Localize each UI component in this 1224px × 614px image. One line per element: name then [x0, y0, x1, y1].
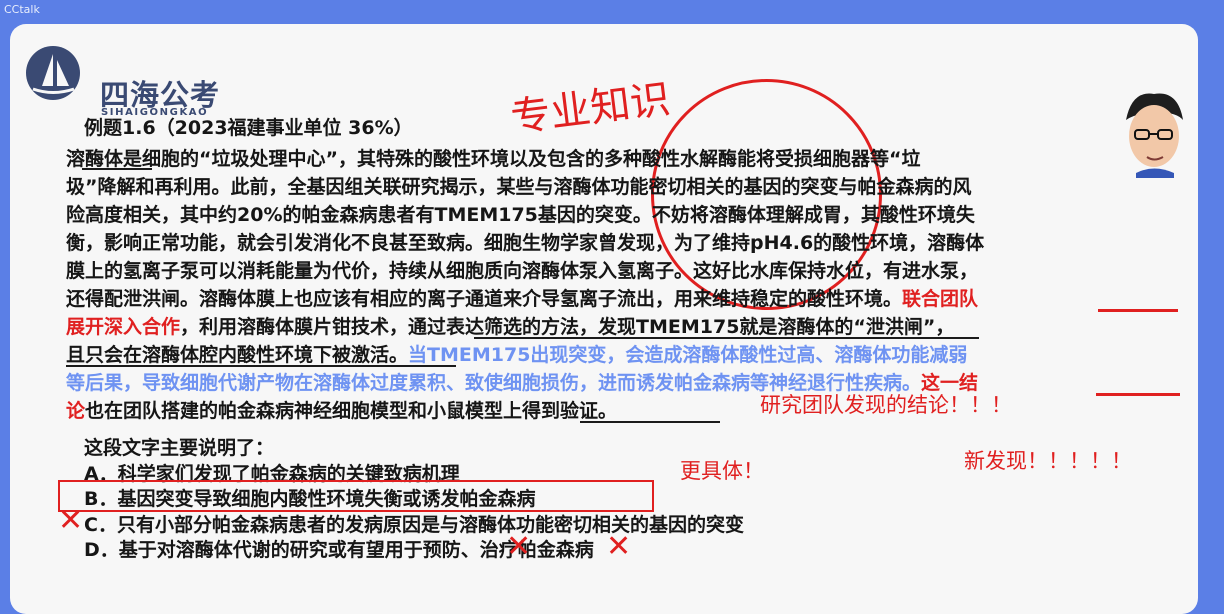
paragraph-line-2: 圾”降解和再利用。此前，全基因组关联研究揭示，某些与溶酶体功能密切相关的基因的突… [66, 172, 972, 199]
option-b-highlight-box [58, 480, 654, 512]
option-c[interactable]: C．只有小部分帕金森病患者的发病原因是与溶酶体功能密切相关的基因的突变 [84, 510, 744, 537]
paragraph-line-7: 展开深入合作，利用溶酶体膜片钳技术，通过表达筛选的方法，发现TMEM175就是溶… [66, 312, 954, 339]
red-underline-team [1098, 309, 1178, 312]
paragraph-line-4: 衡，影响正常功能，就会引发消化不良甚至致病。细胞生物学家曾发现，为了维持pH4.… [66, 228, 984, 255]
paragraph-line-5: 膜上的氢离子泵可以消耗能量为代价，持续从细胞质向溶酶体泵入氢离子。这好比水库保持… [66, 256, 978, 283]
paragraph-part: ，利用溶酶体膜片钳技术，通过表达筛选的方法，发现TMEM175就是溶酶体的“泄洪… [180, 316, 955, 338]
paragraph-line-6: 还得配泄洪闸。溶酶体膜上也应该有相应的离子通道来介导氢离子流出，用来维持稳定的酸… [66, 284, 978, 311]
paragraph-part: 也在团队搭建的帕金森病神经细胞模型和小鼠模型上得到验证。 [85, 400, 618, 422]
more-specific-note: 更具体！ [680, 459, 764, 483]
brand-logo: 四海公考 SIHAIGONGKAO [22, 44, 242, 118]
red-underline-conclusion [1096, 393, 1180, 396]
paragraph-part: 且只会在溶酶体腔内酸性环境下被激活。 [66, 344, 409, 366]
paragraph-line-3: 险高度相关，其中约20%的帕金森病患者有TMEM175基因的突变。不妨将溶酶体理… [66, 200, 975, 227]
paragraph-part: 溶酶体 [66, 148, 124, 170]
option-c-cross-mark: ✕ [58, 503, 84, 538]
paragraph-line-10: 论也在团队搭建的帕金森病神经细胞模型和小鼠模型上得到验证。 [66, 396, 617, 423]
highlight-blue-text: 当TMEM175出现突变，会造成溶酶体酸性过高、溶酶体功能减弱 [408, 344, 968, 366]
prevent-cross-mark: ✕ [506, 529, 532, 564]
paragraph-part: 膜上的氢离子泵可以消耗能量为代价，持续从细胞质向溶酶体泵入氢离子。这好比水库保持… [66, 260, 979, 282]
teacher-avatar-icon [1126, 93, 1183, 178]
paragraph-line-1: 溶酶体是细胞的“垃圾处理中心”，其特殊的酸性环境以及包含的多种酸性水解酶能将受损… [66, 144, 920, 171]
example-title: 例题1.6（2023福建事业单位 36%） [84, 117, 413, 139]
new-finding-note: 新发现！！！！！ [964, 449, 1132, 473]
research-conclusion-note: 研究团队发现的结论！！！ [760, 393, 1012, 417]
highlight-red-text: 展开深入合作 [66, 316, 181, 338]
underline-verified [580, 421, 720, 423]
treat-cross-mark: ✕ [606, 529, 632, 564]
underline-lysosome [82, 168, 152, 170]
paragraph-part: 险高度相关，其中约20%的帕金森病患者有TMEM175基因的突变。不妨将溶酶体理… [66, 204, 975, 226]
underline-discovery [474, 337, 979, 339]
paragraph-line-8: 且只会在溶酶体腔内酸性环境下被激活。当TMEM175出现突变，会造成溶酶体酸性过… [66, 340, 967, 367]
sailboat-logo-icon [26, 46, 80, 100]
highlight-red-text: 论 [66, 400, 86, 422]
highlight-red-text: 联合团队 [902, 288, 979, 310]
app-label: CCtalk [4, 3, 40, 16]
paragraph-part: 还得配泄洪闸。溶酶体膜上也应该有相应的离子通道来介导氢离子流出，用来维持稳定的酸… [66, 288, 903, 310]
paragraph-part: 衡，影响正常功能，就会引发消化不良甚至致病。细胞生物学家曾发现，为了维持pH4.… [66, 232, 985, 254]
paragraph-part: 是细胞的“垃圾处理中心”，其特殊的酸性环境以及包含的多种酸性水解酶能将受损细胞器… [123, 148, 921, 170]
underline-activated [66, 365, 456, 367]
slide-canvas: 四海公考 SIHAIGONGKAO 专业知识 例题1.6（2023福建事业单位 … [10, 24, 1198, 614]
question-prompt: 这段文字主要说明了： [84, 437, 275, 459]
paragraph-part: 圾”降解和再利用。此前，全基因组关联研究揭示，某些与溶酶体功能密切相关的基因的突… [66, 176, 972, 198]
handwritten-top-note: 专业知识 [508, 76, 673, 142]
